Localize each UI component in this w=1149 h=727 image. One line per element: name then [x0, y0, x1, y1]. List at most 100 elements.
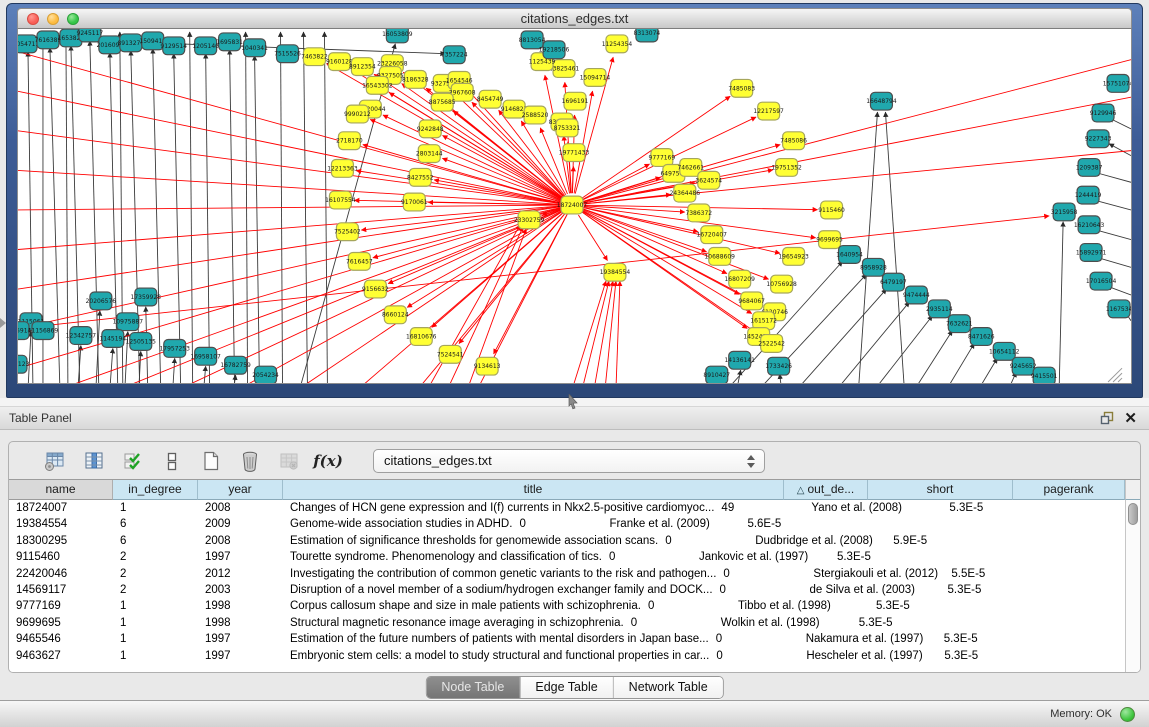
column-header-title[interactable]: title — [283, 480, 784, 500]
graph-node-yellow[interactable]: 8875685 — [429, 93, 456, 111]
graph-node-teal[interactable]: 1244419 — [1075, 186, 1102, 204]
graph-node-yellow[interactable]: 12213363 — [327, 160, 358, 178]
graph-node-teal[interactable]: 17016504 — [1086, 272, 1117, 290]
graph-node-teal[interactable]: 1167534 — [1106, 300, 1131, 318]
function-builder-icon[interactable]: f(x) — [316, 449, 340, 473]
graph-node-teal[interactable]: 12505135 — [126, 333, 157, 351]
table-selector-dropdown[interactable]: citations_edges.txt — [373, 449, 765, 473]
graph-node-teal[interactable]: 16210643 — [1074, 216, 1105, 234]
graph-node-teal[interactable]: 1040341 — [241, 39, 268, 57]
zoom-window-icon[interactable] — [67, 13, 79, 25]
table-row[interactable]: 969969511998Structural magnetic resonanc… — [9, 615, 1125, 631]
graph-node-yellow[interactable]: 9777169 — [649, 149, 676, 167]
panel-toggle-arrow[interactable] — [0, 318, 6, 328]
graph-node-yellow[interactable]: 10756928 — [766, 275, 797, 293]
table-row[interactable]: 977716911998Corpus callosum shape and si… — [9, 598, 1125, 614]
graph-node-yellow[interactable]: 3624574 — [695, 171, 722, 189]
graph-node-teal[interactable]: 9474444 — [903, 286, 930, 304]
clear-selection-icon[interactable] — [160, 449, 184, 473]
graph-node-yellow[interactable]: 9990212 — [344, 105, 371, 123]
tab-network-table[interactable]: Network Table — [613, 677, 723, 698]
graph-node-yellow[interactable]: 7525402 — [334, 223, 361, 241]
graph-node-teal[interactable]: 9129946 — [1090, 104, 1117, 122]
graph-node-yellow[interactable]: 19384554 — [600, 263, 631, 281]
graph-node-teal[interactable]: 1695831 — [216, 33, 243, 51]
graph-node-yellow[interactable]: 16543302 — [362, 76, 393, 94]
graph-node-yellow[interactable]: 19771433 — [559, 144, 590, 162]
graph-node-yellow[interactable]: 9170061 — [401, 193, 428, 211]
graph-node-teal[interactable]: 16648794 — [866, 92, 897, 110]
graph-node-teal[interactable]: 12342757 — [66, 327, 97, 345]
graph-node-yellow[interactable]: 2803144 — [416, 145, 443, 163]
column-header-out_de[interactable]: △out_de... — [784, 480, 868, 500]
graph-node-yellow[interactable]: 10688609 — [705, 248, 736, 266]
graph-node-yellow[interactable]: 11254354 — [602, 35, 633, 53]
graph-node-yellow[interactable]: 8660124 — [382, 306, 409, 324]
network-graph-svg[interactable]: 7463822916012889123542322605893275051654… — [18, 29, 1131, 383]
graph-node-yellow[interactable]: 2522542 — [758, 335, 785, 353]
window-titlebar[interactable]: citations_edges.txt — [17, 8, 1132, 29]
graph-node-yellow[interactable]: 23302759 — [514, 211, 545, 229]
column-header-pagerank[interactable]: pagerank — [1013, 480, 1125, 500]
delete-table-icon[interactable] — [277, 449, 301, 473]
graph-node-yellow[interactable]: 8186328 — [402, 71, 429, 89]
table-mode-icon[interactable] — [43, 449, 67, 473]
graph-node-yellow[interactable]: 2588520 — [522, 106, 549, 124]
graph-node-teal[interactable]: 16053809 — [382, 29, 413, 43]
graph-node-yellow[interactable]: 16810676 — [406, 328, 437, 346]
memory-status-icon[interactable] — [1120, 707, 1135, 722]
graph-node-teal[interactable]: 1205140 — [192, 37, 219, 55]
float-panel-icon[interactable] — [1100, 411, 1114, 425]
graph-node-teal[interactable]: 2054234 — [252, 366, 279, 383]
graph-node-teal[interactable]: 7357224 — [441, 46, 468, 64]
graph-node-teal[interactable]: 1209387 — [1076, 159, 1103, 177]
graph-node-yellow[interactable]: 15094714 — [580, 69, 611, 87]
graph-node-yellow[interactable]: 19751352 — [771, 159, 802, 177]
graph-node-yellow[interactable]: 7463822 — [301, 48, 328, 66]
graph-node-teal[interactable]: 6479197 — [880, 273, 907, 291]
graph-node-yellow[interactable]: 8454749 — [477, 90, 504, 108]
graph-node-yellow[interactable]: 9156632 — [362, 280, 389, 298]
graph-node-teal[interactable]: 14136141 — [724, 351, 755, 369]
minimize-window-icon[interactable] — [47, 13, 59, 25]
graph-node-teal[interactable]: 17359928 — [131, 288, 162, 306]
graph-node-yellow[interactable]: 1696191 — [562, 92, 589, 110]
table-row[interactable]: 1456911722003Disruption of a novel membe… — [9, 582, 1125, 598]
table-row[interactable]: 1830029562008Estimation of significance … — [9, 533, 1125, 549]
column-header-name[interactable]: name — [9, 480, 113, 500]
graph-node-yellow[interactable]: 2718170 — [336, 132, 363, 150]
graph-node-teal[interactable]: 11156869 — [28, 322, 59, 340]
graph-node-hub[interactable]: 18724007 — [557, 196, 588, 214]
delete-rows-icon[interactable] — [238, 449, 262, 473]
graph-node-yellow[interactable]: 7524541 — [437, 345, 464, 363]
show-columns-icon[interactable] — [82, 449, 106, 473]
table-row[interactable]: 2242004622012Investigating the contribut… — [9, 566, 1125, 582]
column-header-in_degree[interactable]: in_degree — [113, 480, 198, 500]
graph-node-teal[interactable]: 8313074 — [634, 29, 661, 42]
column-header-year[interactable]: year — [198, 480, 283, 500]
graph-node-teal[interactable]: 9129514 — [160, 37, 187, 55]
graph-node-teal[interactable]: 10975887 — [113, 313, 144, 331]
network-canvas[interactable]: 7463822916012889123542322605893275051654… — [17, 29, 1132, 384]
graph-node-yellow[interactable]: 9699695 — [816, 231, 843, 249]
graph-node-yellow[interactable]: 16807209 — [724, 270, 755, 288]
graph-node-yellow[interactable]: 9134613 — [474, 357, 501, 375]
graph-node-teal[interactable]: 9415501 — [1031, 367, 1058, 383]
tab-edge-table[interactable]: Edge Table — [519, 677, 612, 698]
graph-node-teal[interactable]: 7632621 — [946, 315, 973, 333]
graph-node-teal[interactable]: 1640954 — [836, 246, 863, 264]
graph-node-yellow[interactable]: 9684067 — [738, 292, 765, 310]
graph-node-yellow[interactable]: 16720407 — [697, 226, 728, 244]
graph-node-teal[interactable]: 19218506 — [539, 41, 570, 59]
column-header-short[interactable]: short — [868, 480, 1013, 500]
graph-node-yellow[interactable]: 16107554 — [325, 191, 356, 209]
select-all-icon[interactable] — [121, 449, 145, 473]
new-table-icon[interactable] — [199, 449, 223, 473]
graph-node-teal[interactable]: 9056123 — [18, 355, 30, 373]
graph-node-teal[interactable]: 9227343 — [1085, 130, 1112, 148]
graph-node-yellow[interactable]: 9115460 — [818, 201, 845, 219]
graph-node-teal[interactable]: 8471626 — [968, 328, 995, 346]
table-row[interactable]: 1938455462009Genome-wide association stu… — [9, 516, 1125, 532]
scrollbar-thumb[interactable] — [1128, 503, 1138, 525]
graph-node-teal[interactable]: 16782759 — [220, 356, 251, 374]
